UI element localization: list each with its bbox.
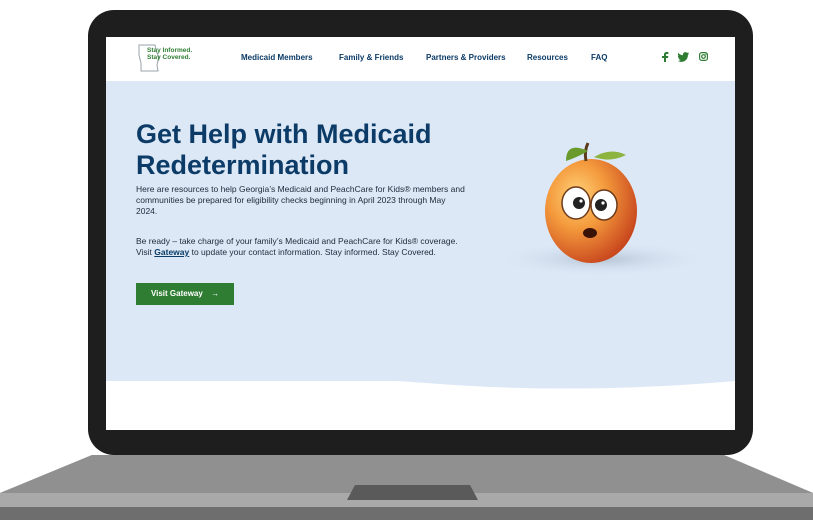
nav-medicaid-members[interactable]: Medicaid Members [241,53,313,62]
nav-resources[interactable]: Resources [527,53,568,62]
logo-text: Stay Informed. Stay Covered. [147,47,192,61]
hero-wave-divider [106,367,735,389]
nav-partners-providers[interactable]: Partners & Providers [426,53,506,62]
site-logo[interactable]: Stay Informed. Stay Covered. [137,43,197,73]
logo-line2: Stay Covered. [147,54,191,61]
visit-gateway-label: Visit Gateway [150,289,203,298]
hero-title-line1: Get Help with Medicaid [136,119,432,149]
nav-faq[interactable]: FAQ [591,53,607,62]
hero-section: Get Help with Medicaid Redetermination H… [106,81,735,381]
hero-title-line2: Redetermination [136,150,350,180]
site-header: Stay Informed. Stay Covered. Medicaid Me… [106,37,735,81]
arrow-right-icon: → [211,289,220,298]
logo-line1: Stay Informed. [147,47,193,54]
nav-family-friends[interactable]: Family & Friends [339,53,403,62]
hero-paragraph-1: Here are resources to help Georgia’s Med… [136,184,465,216]
facebook-icon[interactable] [661,52,669,64]
visit-gateway-button[interactable]: Visit Gateway → [136,283,234,305]
hero-paragraph-2-after: to update your contact information. Stay… [189,247,436,257]
gateway-link[interactable]: Gateway [154,247,189,257]
twitter-icon[interactable] [677,52,689,64]
instagram-icon[interactable] [699,52,709,63]
browser-screen: Stay Informed. Stay Covered. Medicaid Me… [106,37,735,430]
hero-paragraph-2: Be ready – take charge of your family’s … [136,236,471,258]
hero-title: Get Help with Medicaid Redetermination [136,119,476,181]
laptop-base [0,455,813,520]
peach-mascot-illustration [486,121,716,291]
